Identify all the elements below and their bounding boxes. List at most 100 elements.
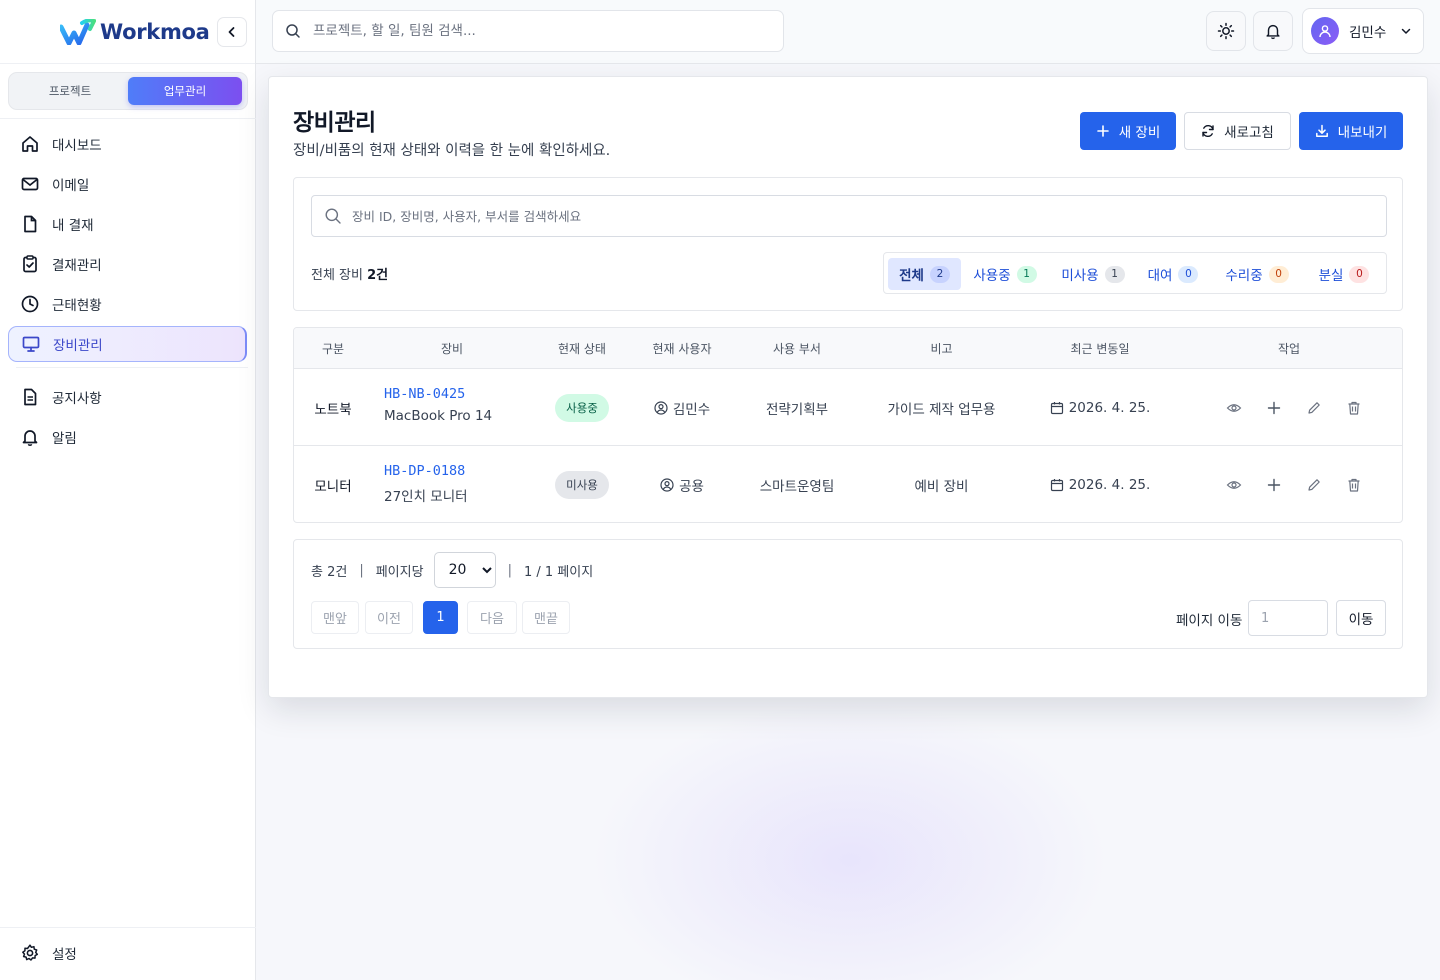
tab-label: 분실 [1318, 268, 1344, 284]
tab-label: 미사용 [1061, 268, 1099, 284]
new-equipment-label: 새 장비 [1118, 125, 1161, 141]
collapse-sidebar-button[interactable] [217, 17, 247, 47]
user-circle-icon [654, 400, 668, 415]
filter-panel: 전체 장비 2건 전체 2 사용중 1 미사용 1 대여 0 수리중 0 [293, 177, 1403, 311]
sidebar-item-dashboard[interactable]: 대시보드 [8, 126, 247, 162]
view-button[interactable] [1214, 388, 1254, 428]
sidebar-item-alerts[interactable]: 알림 [8, 419, 247, 455]
workspace-switch: 프로젝트 업무관리 [8, 72, 248, 110]
pencil-icon [1308, 478, 1320, 491]
view-button[interactable] [1214, 465, 1254, 505]
column-header: 작업 [1277, 342, 1301, 356]
tab-all[interactable]: 전체 2 [888, 258, 961, 290]
equipment-table: 구분 장비 현재 상태 현재 사용자 사용 부서 비고 최근 변동일 작업 노트… [293, 327, 1403, 523]
file-icon [20, 214, 40, 234]
equipment-name: MacBook Pro 14 [384, 408, 493, 424]
sidebar-item-notices[interactable]: 공지사항 [8, 379, 247, 415]
delete-button[interactable] [1334, 465, 1374, 505]
gear-icon [20, 943, 40, 963]
tab-unused[interactable]: 미사용 1 [1057, 258, 1129, 290]
user-menu[interactable]: 김민수 [1302, 8, 1424, 54]
note-cell: 가이드 제작 업무용 [887, 401, 996, 418]
prev-page-button[interactable]: 이전 [365, 601, 413, 634]
page-subtitle: 장비/비품의 현재 상태와 이력을 한 눈에 확인하세요. [293, 143, 611, 159]
total-label: 전체 장비 [311, 268, 363, 283]
row-actions [1214, 446, 1374, 522]
edit-button[interactable] [1294, 465, 1334, 505]
page-1-button[interactable]: 1 [423, 601, 458, 634]
refresh-button[interactable]: 새로고침 [1184, 112, 1291, 150]
equipment-info: HB-NB-0425 MacBook Pro 14 [384, 386, 492, 424]
calendar-icon [1050, 478, 1064, 492]
column-header: 장비 [440, 342, 464, 356]
refresh-icon [1201, 124, 1215, 138]
document-icon [20, 387, 40, 407]
status-cell: 사용중 [542, 369, 622, 446]
sidebar-item-approval-management[interactable]: 결재관리 [8, 246, 247, 282]
logo-mark-icon [60, 18, 96, 45]
equipment-info: HB-DP-0188 27인치 모니터 [384, 463, 468, 505]
last-page-button[interactable]: 맨끝 [522, 601, 570, 634]
equipment-id-link[interactable]: HB-DP-0188 [384, 463, 468, 479]
equipment-name: 27인치 모니터 [384, 489, 468, 505]
status-badge: 사용중 [555, 393, 609, 422]
logo[interactable]: Workmoa [0, 0, 255, 64]
separator: | [507, 562, 512, 578]
brand-name: Workmoa [100, 19, 210, 44]
tab-lost[interactable]: 분실 0 [1312, 258, 1376, 290]
sidebar-item-settings[interactable]: 설정 [8, 935, 247, 971]
user-cell: 공용 [638, 446, 726, 522]
sidebar-item-my-approval[interactable]: 내 결재 [8, 206, 247, 242]
add-history-button[interactable] [1254, 388, 1294, 428]
date-cell: 2026. 4. 25. [1038, 446, 1162, 522]
per-page-select[interactable]: 20 [433, 552, 496, 588]
user-cell: 김민수 [638, 369, 726, 446]
pagination-info: 총 2건 | 페이지당 20 | 1 / 1 페이지 [311, 552, 593, 588]
date-cell: 2026. 4. 25. [1038, 369, 1162, 446]
column-header: 비고 [930, 342, 953, 356]
eye-icon [1226, 480, 1242, 489]
trash-icon [1348, 401, 1360, 415]
monitor-icon [21, 334, 41, 354]
equipment-search-input[interactable] [352, 208, 1352, 224]
global-search[interactable] [272, 10, 784, 52]
delete-button[interactable] [1334, 388, 1374, 428]
sidebar-item-attendance[interactable]: 근태현황 [8, 286, 247, 322]
page-jump-label: 페이지 이동 [1176, 613, 1243, 629]
theme-toggle-button[interactable] [1206, 11, 1246, 51]
tab-count: 1 [1016, 265, 1037, 283]
export-button[interactable]: 내보내기 [1299, 112, 1403, 150]
download-icon [1315, 124, 1329, 138]
plus-icon [1267, 478, 1281, 491]
user-icon [1319, 25, 1331, 38]
first-page-button[interactable]: 맨앞 [311, 601, 359, 634]
equipment-id-link[interactable]: HB-NB-0425 [384, 386, 492, 402]
add-history-button[interactable] [1254, 465, 1294, 505]
page-jump-input[interactable] [1248, 600, 1328, 636]
table-row[interactable]: 모니터 HB-DP-0188 27인치 모니터 미사용 공용 스마트운영팀 예비… [294, 446, 1402, 522]
segment-project[interactable]: 프로젝트 [13, 77, 127, 105]
notifications-button[interactable] [1253, 11, 1293, 51]
equipment-panel: 장비관리 장비/비품의 현재 상태와 이력을 한 눈에 확인하세요. 새 장비 … [268, 76, 1428, 698]
plus-icon [1096, 124, 1110, 138]
next-page-button[interactable]: 다음 [467, 601, 517, 634]
current-user: 김민수 [672, 401, 711, 418]
equipment-search[interactable] [311, 195, 1387, 237]
new-equipment-button[interactable]: 새 장비 [1080, 112, 1176, 150]
global-search-input[interactable] [313, 23, 753, 39]
sidebar-item-label: 알림 [52, 431, 77, 447]
export-label: 내보내기 [1337, 125, 1388, 141]
segment-work-management[interactable]: 업무관리 [128, 77, 242, 105]
page-jump-button[interactable]: 이동 [1336, 600, 1386, 636]
tab-rental[interactable]: 대여 0 [1143, 258, 1203, 290]
tab-repair[interactable]: 수리중 0 [1221, 258, 1293, 290]
sidebar-item-email[interactable]: 이메일 [8, 166, 247, 202]
user-name: 김민수 [1349, 25, 1387, 41]
tab-in-use[interactable]: 사용중 1 [969, 258, 1041, 290]
divider [0, 927, 256, 928]
edit-button[interactable] [1294, 388, 1334, 428]
status-tabs: 전체 2 사용중 1 미사용 1 대여 0 수리중 0 분실 0 [883, 252, 1387, 294]
column-header: 구분 [321, 342, 345, 356]
table-row[interactable]: 노트북 HB-NB-0425 MacBook Pro 14 사용중 김민수 전략… [294, 369, 1402, 446]
sidebar-item-equipment[interactable]: 장비관리 [8, 326, 247, 362]
